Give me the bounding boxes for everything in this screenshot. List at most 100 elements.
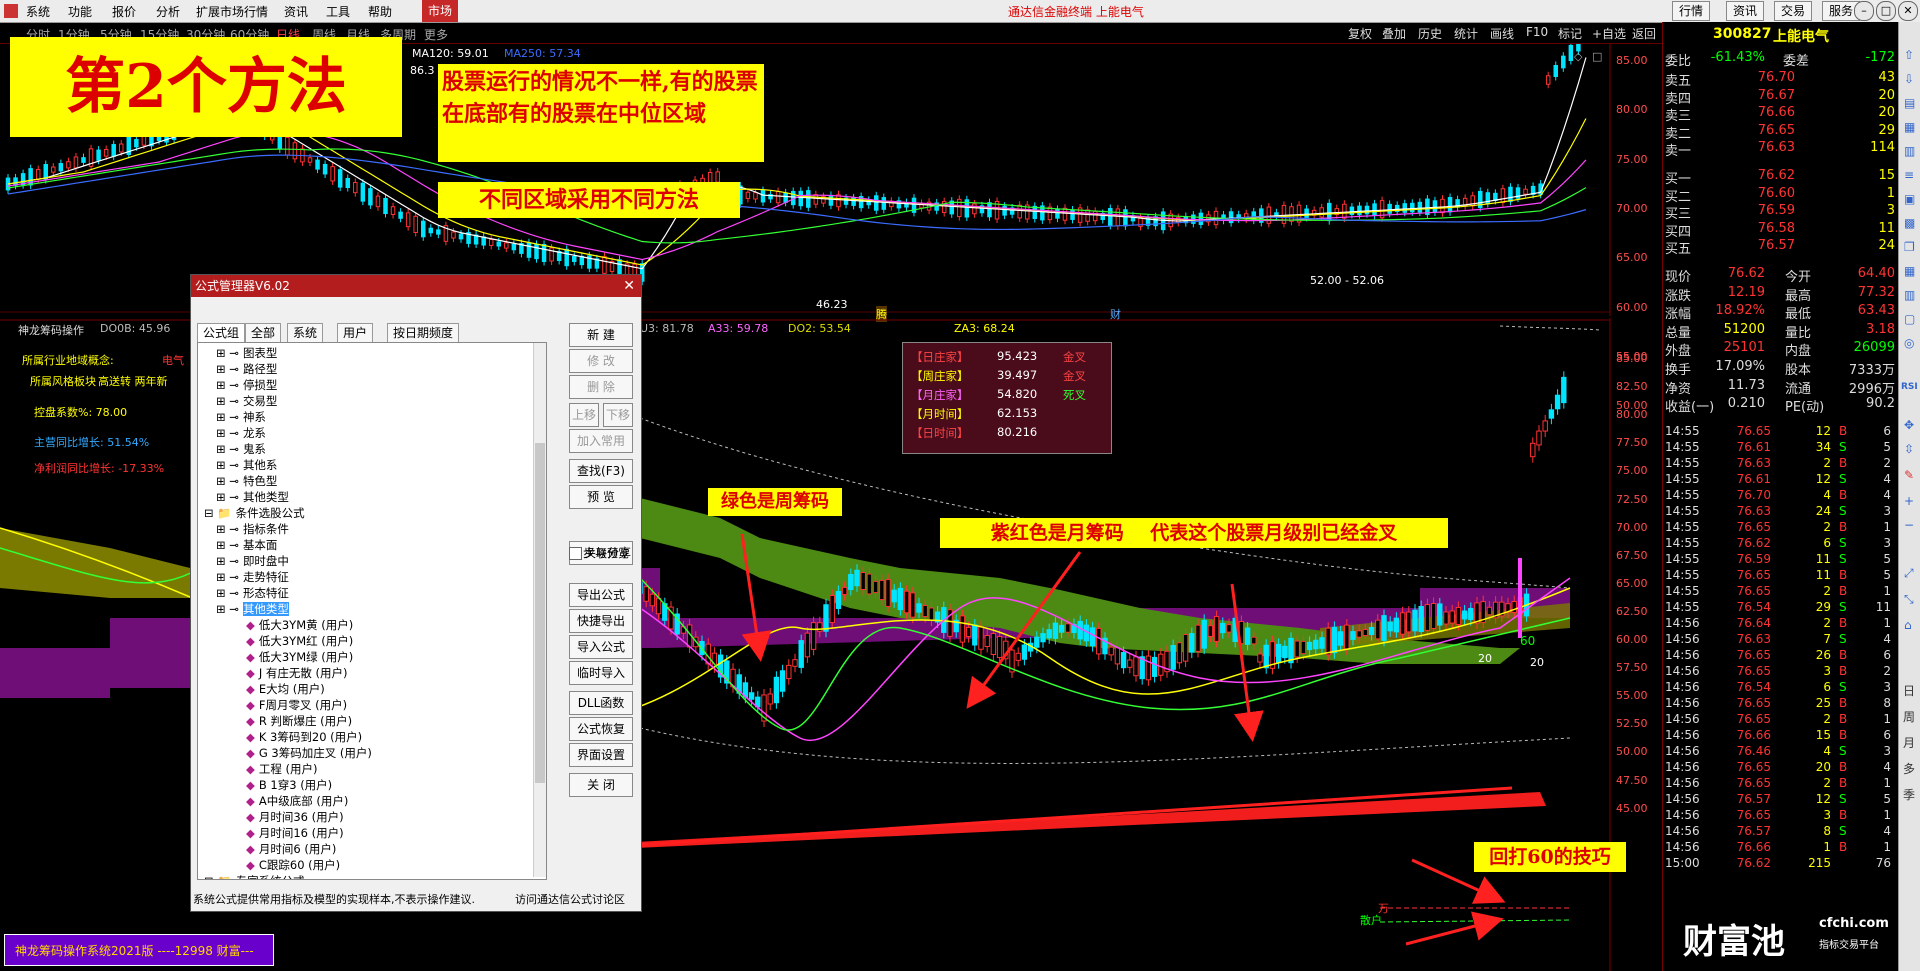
tree-node[interactable]: ⊞ ⊸ 即时盘中 <box>216 553 289 569</box>
sidebar-week[interactable]: 周 <box>1903 708 1915 725</box>
sidebar-multi[interactable]: 多 <box>1903 760 1915 777</box>
tree-node[interactable]: ⊞ ⊸ 基本面 <box>216 537 277 553</box>
sidebar-lock-icon[interactable]: ⌂ <box>1904 618 1912 632</box>
sidebar-fullscreen-icon[interactable]: ⤢ <box>1904 566 1914 581</box>
dialog-button[interactable]: 查找(F3) <box>569 459 633 483</box>
tree-node[interactable]: ⊟ 📁 条件选股公式 <box>204 505 305 521</box>
sidebar-box-icon[interactable]: ▣ <box>1904 192 1915 206</box>
dialog-button[interactable]: 公式恢复 <box>569 717 633 741</box>
sidebar-bar-icon[interactable]: ▥ <box>1904 288 1915 302</box>
link-preview-checkbox[interactable] <box>569 547 582 560</box>
folder-icon[interactable]: ⊟ 📁 <box>204 506 232 520</box>
sidebar-season[interactable]: 季 <box>1903 786 1915 803</box>
sidebar-list-icon[interactable]: ≡ <box>1904 168 1914 182</box>
tree-node[interactable]: ⊞ ⊸ 特色型 <box>216 473 277 489</box>
tab-system[interactable]: 系统 <box>287 323 324 343</box>
tree-node[interactable]: ◆ R 判断爆庄 (用户) <box>246 713 352 729</box>
expand-icon[interactable]: ⊞ ⊸ <box>216 490 239 504</box>
sidebar-up-icon[interactable]: ⇧ <box>1904 48 1914 62</box>
tree-node[interactable]: ◆ 低大3YM绿 (用户) <box>246 649 353 665</box>
tree-node[interactable]: ◆ J 有庄无散 (用户) <box>246 665 348 681</box>
orderbook-row[interactable]: 卖一 76.63 114 <box>1665 140 1897 160</box>
tab-formula-group[interactable]: 公式组 <box>197 323 246 342</box>
tree-node[interactable]: ◆ K 3筹码到20 (用户) <box>246 729 362 745</box>
tree-node[interactable]: ⊞ ⊸ 其他类型 <box>216 601 289 617</box>
expand-icon[interactable]: ⊞ ⊸ <box>216 442 239 456</box>
tree-node[interactable]: ⊞ ⊸ 停损型 <box>216 377 277 393</box>
dialog-button[interactable]: 修 改 <box>569 349 633 373</box>
tree-node[interactable]: ⊞ ⊸ 其他系 <box>216 457 277 473</box>
sidebar-plus-icon[interactable]: + <box>1904 494 1914 508</box>
tree-node[interactable]: ◆ F周月零叉 (用户) <box>246 697 347 713</box>
tree-node[interactable]: ◆ 月时间6 (用户) <box>246 841 336 857</box>
tree-node[interactable]: ◆ 月时间36 (用户) <box>246 809 344 825</box>
tree-node[interactable]: ⊞ ⊸ 路径型 <box>216 361 277 377</box>
expand-icon[interactable]: ⊞ ⊸ <box>216 378 239 392</box>
expand-icon[interactable]: ⊞ ⊸ <box>216 538 239 552</box>
sidebar-stat-icon[interactable]: ▩ <box>1904 216 1915 230</box>
tree-node[interactable]: ◆ B 1穿3 (用户) <box>246 777 332 793</box>
quote-button[interactable]: 行情 <box>1672 1 1711 21</box>
tree-node[interactable]: ◆ A中级底部 (用户) <box>246 793 348 809</box>
sidebar-tile-icon[interactable]: ▦ <box>1904 264 1915 278</box>
expand-icon[interactable]: ⊞ ⊸ <box>216 586 239 600</box>
tree-node[interactable]: ⊞ ⊸ 图表型 <box>216 345 277 361</box>
dialog-button[interactable]: 导入公式 <box>569 635 633 659</box>
maximize-icon[interactable]: □ <box>1876 1 1896 21</box>
tab-user[interactable]: 用户 <box>337 323 374 343</box>
minimize-icon[interactable]: – <box>1854 1 1874 21</box>
sidebar-rsi[interactable]: RSI <box>1901 382 1918 392</box>
sidebar-chart-icon[interactable]: ▥ <box>1904 144 1915 158</box>
news-button[interactable]: 资讯 <box>1726 1 1765 21</box>
dialog-button[interactable]: 预 览 <box>569 485 633 509</box>
tree-node[interactable]: ⊞ ⊸ 形态特征 <box>216 585 289 601</box>
dialog-button[interactable]: 新 建 <box>569 323 633 347</box>
expand-icon[interactable]: ⊞ ⊸ <box>216 346 239 360</box>
forum-link[interactable]: 访问通达信公式讨论区 <box>515 891 625 907</box>
sidebar-box2-icon[interactable]: ▢ <box>1904 312 1915 326</box>
sidebar-minus-icon[interactable]: − <box>1904 518 1914 532</box>
close-icon[interactable]: ✕ <box>1898 1 1918 21</box>
tree-node[interactable]: ◆ G 3筹码加庄叉 (用户) <box>246 745 372 761</box>
tree-node[interactable]: ⊞ ⊸ 龙系 <box>216 425 266 441</box>
tree-node[interactable]: ⊞ ⊸ 走势特征 <box>216 569 289 585</box>
sidebar-win-icon[interactable]: ❐ <box>1904 240 1915 254</box>
tree-node[interactable]: ⊞ ⊸ 其他类型 <box>216 489 289 505</box>
expand-icon[interactable]: ⊞ ⊸ <box>216 570 239 584</box>
tree-scroll-thumb[interactable] <box>535 443 545 783</box>
dialog-button[interactable]: 导出公式 <box>569 583 633 607</box>
tree-node[interactable]: ◆ 月时间16 (用户) <box>246 825 344 841</box>
dialog-button[interactable]: 上移 <box>569 403 599 427</box>
dialog-button[interactable]: 删 除 <box>569 375 633 399</box>
sidebar-expand-icon[interactable]: ⇳ <box>1904 442 1914 456</box>
tree-node[interactable]: ⊞ ⊸ 鬼系 <box>216 441 266 457</box>
formula-tree[interactable]: ⊞ ⊸ 图表型 ⊞ ⊸ 路径型 ⊞ ⊸ 停损型 ⊞ ⊸ 交易型 ⊞ ⊸ 神系 ⊞ ⊸ 龙系 ⊞ ⊸ 鬼系 ⊞… <box>197 342 547 880</box>
expand-icon[interactable]: ⊞ ⊸ <box>216 474 239 488</box>
tree-node[interactable]: ◆ 低大3YM黄 (用户) <box>246 617 353 633</box>
dialog-button[interactable]: 快捷导出 <box>569 609 633 633</box>
expand-icon[interactable]: ⊞ ⊸ <box>216 394 239 408</box>
expand-icon[interactable]: ⊞ ⊸ <box>216 426 239 440</box>
dialog-button[interactable]: 临时导入 <box>569 661 633 685</box>
tree-node[interactable]: ⊞ ⊸ 指标条件 <box>216 521 289 537</box>
folder-icon[interactable]: ⊟ 📁 <box>204 874 232 879</box>
tree-node[interactable]: ⊟ 📁 专家系统公式 <box>204 873 305 879</box>
expand-icon[interactable]: ⊞ ⊸ <box>216 554 239 568</box>
tab-all[interactable]: 全部 <box>245 323 282 343</box>
tree-node[interactable]: ◆ C跟踪60 (用户) <box>246 857 340 873</box>
dialog-close-icon[interactable]: ✕ <box>623 275 635 297</box>
expand-icon[interactable]: ⊞ ⊸ <box>216 362 239 376</box>
dialog-titlebar[interactable]: 公式管理器V6.02 ✕ <box>191 275 641 297</box>
dialog-button[interactable]: 关 闭 <box>569 773 633 797</box>
sidebar-month[interactable]: 月 <box>1903 734 1915 751</box>
sidebar-move-icon[interactable]: ✥ <box>1904 418 1914 432</box>
expand-icon[interactable]: ⊞ ⊸ <box>216 410 239 424</box>
tree-node[interactable]: ◆ 低大3YM红 (用户) <box>246 633 353 649</box>
sidebar-eye-icon[interactable]: ◎ <box>1904 336 1914 350</box>
dialog-button[interactable]: 界面设置 <box>569 743 633 767</box>
expand-icon[interactable]: ⊞ ⊸ <box>216 522 239 536</box>
tree-node[interactable]: ◆ 工程 (用户) <box>246 761 318 777</box>
tree-node[interactable]: ⊞ ⊸ 神系 <box>216 409 266 425</box>
tree-node[interactable]: ◆ E大均 (用户) <box>246 681 325 697</box>
sidebar-pen-icon[interactable]: ✎ <box>1904 468 1914 482</box>
